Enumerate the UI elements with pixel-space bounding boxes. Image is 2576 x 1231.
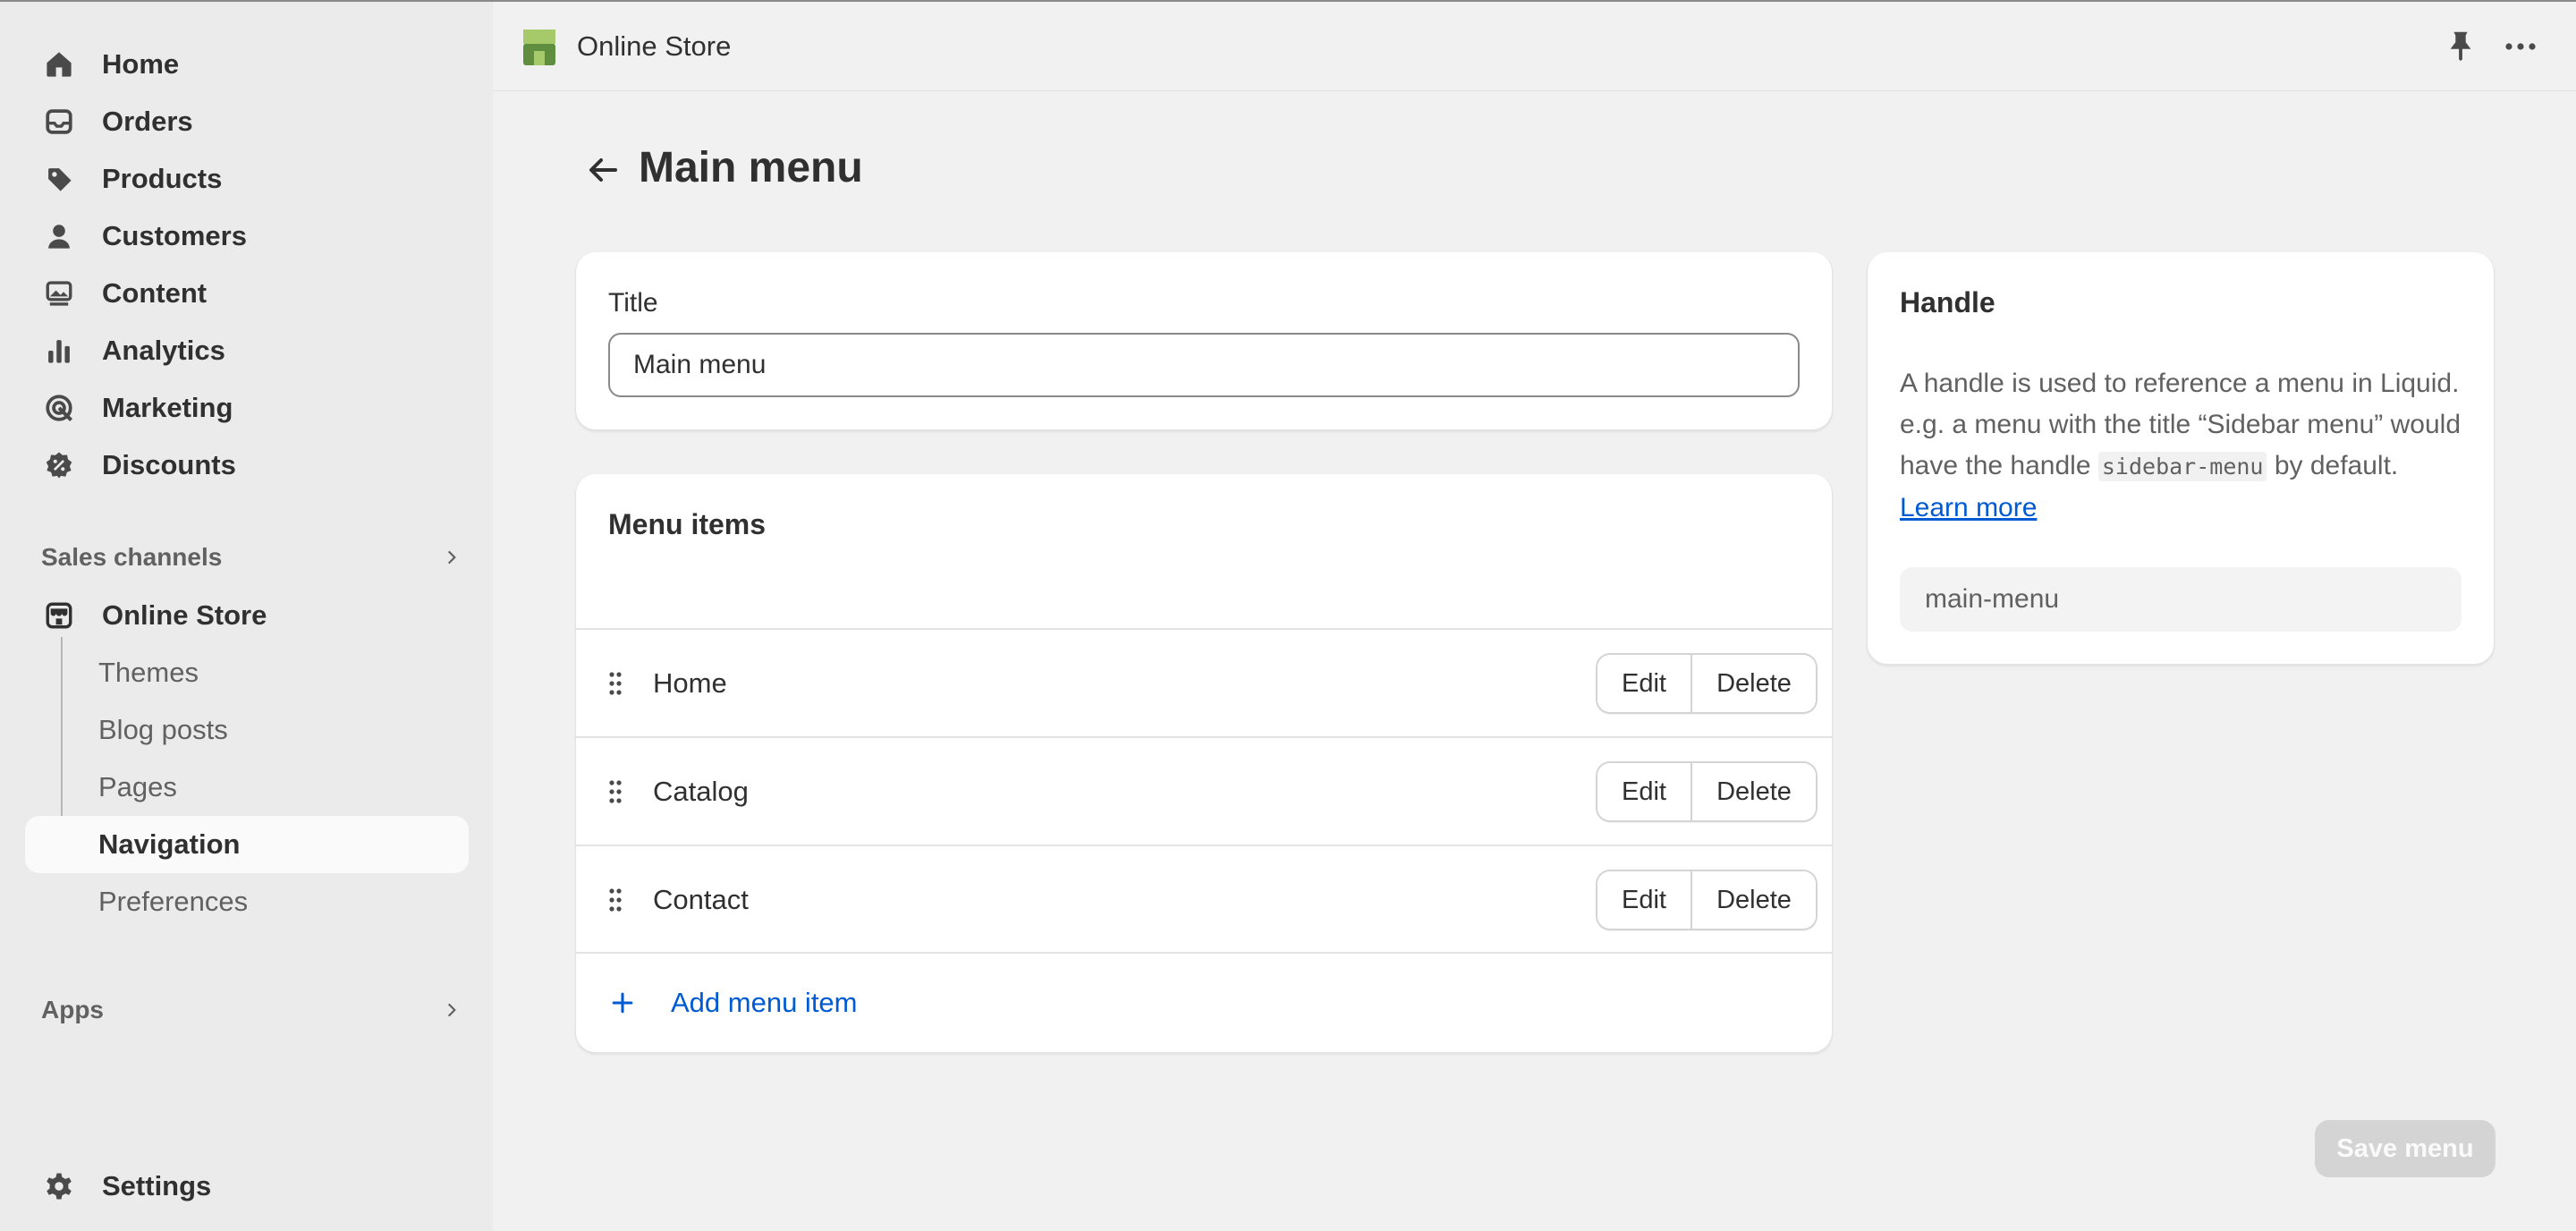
menu-item-row: Contact Edit Delete (576, 845, 1832, 953)
chevron-right-icon (447, 1003, 456, 1017)
sidebar-item-label: Analytics (102, 335, 225, 366)
handle-description-text-2: by default. (2267, 451, 2399, 480)
sidebar-item-content[interactable]: Content (25, 265, 469, 322)
more-actions-icon[interactable] (2503, 29, 2538, 64)
learn-more-link[interactable]: Learn more (1900, 493, 2037, 522)
page-title: Main menu (639, 144, 863, 191)
chevron-right-icon (447, 550, 456, 565)
apps-label: Apps (41, 996, 104, 1023)
sidebar-item-label: Online Store (102, 599, 267, 631)
sidebar-item-label: Marketing (102, 392, 233, 423)
sidebar-item-label: Settings (102, 1170, 212, 1201)
sidebar-item-label: Discounts (102, 449, 236, 480)
home-icon (39, 45, 79, 84)
save-menu-button[interactable]: Save menu (2315, 1120, 2496, 1177)
handle-example-code: sidebar-menu (2097, 452, 2267, 481)
sidebar-item-marketing[interactable]: Marketing (25, 379, 469, 437)
gear-icon (39, 1167, 79, 1206)
online-store-logo-icon (523, 29, 555, 65)
sales-channels-label: Sales channels (41, 543, 223, 571)
title-card: Title (576, 252, 1832, 429)
discount-icon (39, 446, 79, 485)
menu-item-actions: Edit Delete (1597, 763, 1816, 820)
delete-button[interactable]: Delete (1692, 763, 1816, 820)
add-menu-item-button[interactable]: Add menu item (576, 952, 1832, 1052)
sidebar-subitem-label: Themes (98, 657, 199, 688)
edit-button[interactable]: Edit (1597, 655, 1692, 712)
sidebar-item-analytics[interactable]: Analytics (25, 322, 469, 379)
sidebar-subitem-label: Pages (98, 771, 177, 802)
menu-item-label: Contact (653, 884, 749, 915)
sidebar-subitem-navigation[interactable]: Navigation (25, 816, 469, 873)
menu-item-actions: Edit Delete (1597, 655, 1816, 712)
image-icon (39, 274, 79, 313)
drag-handle-icon[interactable] (606, 669, 624, 698)
handle-heading: Handle (1900, 286, 1996, 318)
sidebar-subitem-preferences[interactable]: Preferences (25, 873, 469, 930)
sidebar-item-label: Home (102, 48, 180, 80)
plus-icon (612, 992, 633, 1014)
sidebar-item-label: Products (102, 163, 223, 194)
sidebar-item-home[interactable]: Home (25, 36, 469, 93)
menu-item-label: Catalog (653, 776, 749, 807)
delete-button[interactable]: Delete (1692, 655, 1816, 712)
back-arrow-icon[interactable] (585, 152, 621, 188)
sidebar-item-products[interactable]: Products (25, 150, 469, 208)
sidebar-item-discounts[interactable]: Discounts (25, 437, 469, 494)
target-icon (39, 388, 79, 428)
title-input[interactable] (608, 333, 1800, 397)
top-bar: Online Store (493, 2, 2576, 91)
drag-handle-icon[interactable] (606, 886, 624, 914)
delete-button[interactable]: Delete (1692, 871, 1816, 929)
inbox-icon (39, 102, 79, 141)
edit-button[interactable]: Edit (1597, 871, 1692, 929)
sidebar-item-orders[interactable]: Orders (25, 93, 469, 150)
handle-description: A handle is used to reference a menu in … (1900, 363, 2463, 529)
sidebar-item-label: Customers (102, 220, 247, 251)
menu-item-actions: Edit Delete (1597, 871, 1816, 929)
storefront-icon (39, 596, 79, 635)
sidebar-subitem-label: Preferences (98, 886, 249, 917)
sidebar-item-label: Content (102, 277, 208, 309)
menu-item-row: Catalog Edit Delete (576, 736, 1832, 845)
sidebar-subitem-pages[interactable]: Pages (25, 759, 469, 816)
bar-chart-icon (39, 331, 79, 370)
drag-handle-icon[interactable] (606, 777, 624, 806)
tag-icon (39, 159, 79, 199)
sidebar: Home Orders Products Customers Content A… (0, 2, 493, 1231)
apps-header[interactable]: Apps (41, 988, 462, 1032)
pin-icon[interactable] (2444, 29, 2478, 63)
person-icon (39, 216, 79, 256)
sidebar-subitem-label: Navigation (98, 828, 241, 860)
sidebar-item-customers[interactable]: Customers (25, 208, 469, 265)
sidebar-subitem-blog-posts[interactable]: Blog posts (25, 701, 469, 759)
handle-card: Handle A handle is used to reference a m… (1868, 252, 2494, 664)
title-field-label: Title (608, 288, 658, 318)
handle-input[interactable] (1900, 567, 2462, 632)
menu-items-card: Menu items Home Edit Delete Catalog Edit… (576, 474, 1832, 1052)
sidebar-subitem-themes[interactable]: Themes (25, 644, 469, 701)
top-bar-store-name: Online Store (577, 30, 732, 62)
menu-items-heading: Menu items (608, 508, 767, 540)
sidebar-item-online-store[interactable]: Online Store (25, 587, 469, 644)
sidebar-item-label: Orders (102, 106, 193, 137)
sidebar-item-settings[interactable]: Settings (25, 1158, 469, 1215)
sidebar-subitem-label: Blog posts (98, 714, 228, 745)
add-menu-item-label: Add menu item (671, 987, 858, 1018)
menu-item-row: Home Edit Delete (576, 628, 1832, 736)
sales-channels-header[interactable]: Sales channels (41, 535, 462, 580)
edit-button[interactable]: Edit (1597, 763, 1692, 820)
menu-item-label: Home (653, 667, 727, 699)
